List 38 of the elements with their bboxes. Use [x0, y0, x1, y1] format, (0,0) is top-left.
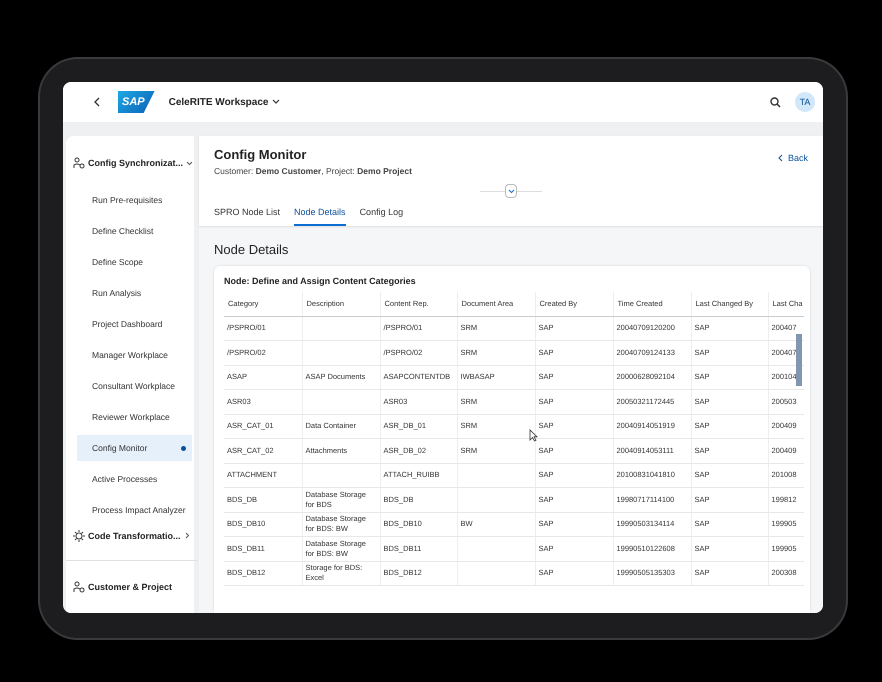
sidebar-item[interactable]: Define Scope	[77, 249, 192, 275]
sidebar-item[interactable]: Process Impact Analyzer	[77, 497, 192, 523]
chevron-right-icon	[184, 532, 191, 539]
tab[interactable]: SPRO Node List	[214, 204, 280, 226]
back-icon[interactable]	[94, 97, 100, 107]
workspace-menu[interactable]: CeleRITE Workspace	[168, 96, 280, 108]
chevron-down-icon	[186, 160, 194, 166]
sidebar-item[interactable]: Run Analysis	[77, 280, 192, 306]
section-title: Node Details	[214, 242, 290, 257]
sidebar-item[interactable]: Define Checklist	[77, 218, 192, 244]
logo[interactable]: SAP	[118, 91, 155, 113]
back-link[interactable]: Back	[778, 153, 808, 163]
pointer-icon	[529, 429, 538, 442]
search-icon[interactable]	[770, 96, 781, 108]
page-title: Config Monitor	[214, 147, 308, 162]
sidebar-item[interactable]: Run Pre-requisites	[77, 187, 192, 213]
chevron-down-icon	[272, 99, 280, 105]
user-avatar[interactable]: TA	[795, 92, 815, 112]
chevron-left-icon	[778, 154, 783, 162]
sidebar-item[interactable]: Reviewer Workplace	[77, 404, 192, 430]
nav-group[interactable]: Code Transformatio...	[73, 526, 198, 546]
card-title: Node: Define and Assign Content Categories	[224, 276, 417, 286]
scrollbar[interactable]	[796, 334, 802, 386]
sidebar-item[interactable]: Consultant Workplace	[77, 373, 192, 399]
chevron-down-icon	[508, 188, 514, 194]
sidebar-item[interactable]: Active Processes	[77, 466, 192, 492]
people-icon	[73, 580, 85, 592]
nav-group[interactable]: Config Synchronizat...	[73, 153, 198, 173]
people-icon	[73, 157, 85, 169]
tab[interactable]: Node Details	[294, 204, 346, 226]
sidebar-item[interactable]: Config Monitor	[77, 435, 192, 461]
tab[interactable]: Config Log	[360, 204, 404, 226]
sidebar-item[interactable]: Project Dashboard	[77, 311, 192, 337]
nav-group[interactable]: Customer & Project	[73, 580, 198, 592]
selected-dot-icon	[180, 446, 186, 450]
sidebar-item[interactable]: Manager Workplace	[77, 342, 192, 368]
page-subtitle: Customer: Demo Customer, Project: Demo Project	[214, 166, 412, 176]
collapse-button[interactable]	[505, 184, 517, 198]
